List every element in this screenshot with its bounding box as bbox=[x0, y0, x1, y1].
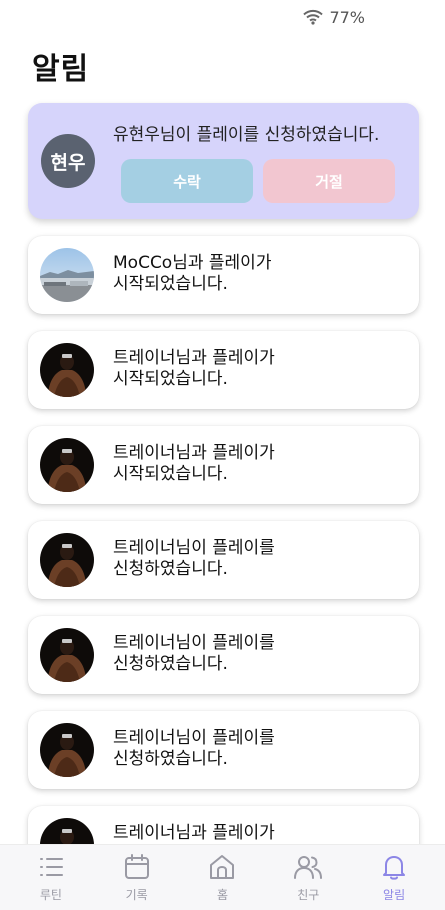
notification-line: 트레이너님과 플레이가 bbox=[113, 823, 275, 843]
notification-item[interactable]: MoCCo님과 플레이가 시작되었습니다. bbox=[28, 236, 419, 314]
home-icon bbox=[210, 855, 235, 879]
avatar bbox=[40, 438, 94, 492]
notification-line: 신청하였습니다. bbox=[113, 654, 228, 674]
nav-label: 루틴 bbox=[39, 888, 62, 902]
notification-line: MoCCo님과 플레이가 bbox=[113, 253, 272, 273]
play-request-card: 현우 유현우님이 플레이를 신청하였습니다. 수락 거절 bbox=[28, 103, 419, 219]
notification-item[interactable]: 트레이너님이 플레이를 신청하였습니다. bbox=[28, 711, 419, 789]
reject-button[interactable]: 거절 bbox=[263, 159, 395, 203]
notifications-screen: 77% 알림 현우 유현우님이 플레이를 신청하였습니다. 수락 거절 MoCC… bbox=[0, 0, 445, 910]
notification-item[interactable]: 트레이너님과 플레이가 시작되었습니다. bbox=[28, 426, 419, 504]
notification-line: 트레이너님이 플레이를 bbox=[113, 538, 275, 558]
accept-button[interactable]: 수락 bbox=[121, 159, 253, 203]
notification-line: 시작되었습니다. bbox=[113, 274, 228, 294]
bell-icon bbox=[383, 856, 406, 880]
notification-item[interactable]: 트레이너님이 플레이를 신청하였습니다. bbox=[28, 616, 419, 694]
nav-friends[interactable]: 친구 bbox=[268, 845, 348, 903]
bottom-nav: 루틴 기록 홈 친구 알림 bbox=[0, 844, 445, 910]
page-title: 알림 bbox=[32, 52, 90, 87]
notification-item[interactable]: 트레이너님이 플레이를 신청하였습니다. bbox=[28, 521, 419, 599]
notification-line: 트레이너님과 플레이가 bbox=[113, 348, 275, 368]
notification-line: 트레이너님과 플레이가 bbox=[113, 443, 275, 463]
avatar bbox=[40, 723, 94, 777]
avatar bbox=[40, 248, 94, 302]
avatar bbox=[40, 628, 94, 682]
request-message: 유현우님이 플레이를 신청하였습니다. bbox=[113, 125, 380, 145]
notification-line: 트레이너님이 플레이를 bbox=[113, 728, 275, 748]
battery-level: 77% bbox=[329, 7, 365, 27]
notification-line: 시작되었습니다. bbox=[113, 369, 228, 389]
friends-icon bbox=[294, 856, 323, 879]
notification-item[interactable]: 트레이너님과 플레이가 시작되었습니다. bbox=[28, 331, 419, 409]
notification-line: 신청하였습니다. bbox=[113, 749, 228, 769]
notification-list: MoCCo님과 플레이가 시작되었습니다. 트레이너님과 플레이가 시작되었습니… bbox=[28, 236, 419, 901]
avatar bbox=[40, 343, 94, 397]
nav-label: 기록 bbox=[125, 888, 148, 902]
nav-record[interactable]: 기록 bbox=[97, 845, 177, 903]
wifi-icon bbox=[303, 9, 324, 25]
avatar: 현우 bbox=[41, 134, 95, 188]
nav-label: 친구 bbox=[297, 888, 320, 902]
avatar bbox=[40, 533, 94, 587]
nav-label: 알림 bbox=[383, 888, 406, 902]
nav-alarm[interactable]: 알림 bbox=[354, 845, 434, 903]
nav-routine[interactable]: 루틴 bbox=[11, 845, 91, 903]
calendar-icon bbox=[124, 854, 149, 879]
notification-line: 신청하였습니다. bbox=[113, 559, 228, 579]
status-bar: 77% bbox=[0, 0, 445, 34]
notification-line: 트레이너님이 플레이를 bbox=[113, 633, 275, 653]
nav-label: 홈 bbox=[216, 888, 228, 902]
notification-line: 시작되었습니다. bbox=[113, 464, 228, 484]
nav-home[interactable]: 홈 bbox=[182, 845, 262, 903]
list-icon bbox=[39, 858, 63, 876]
